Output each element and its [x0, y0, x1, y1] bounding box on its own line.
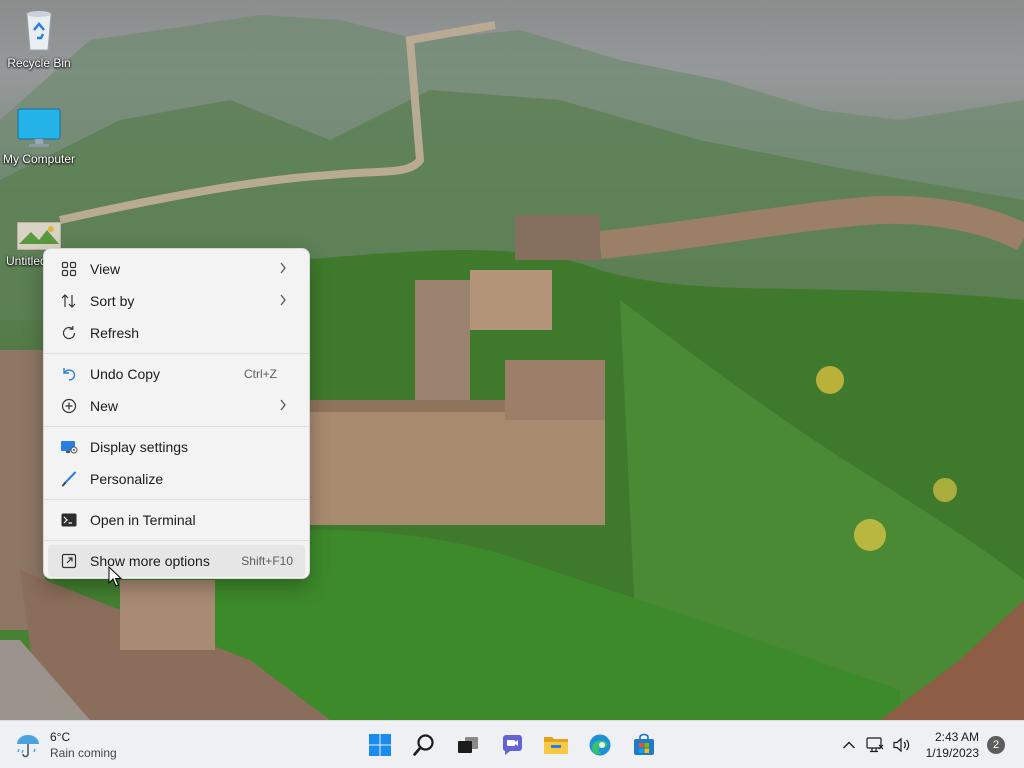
chevron-up-icon: [842, 741, 855, 749]
desktop-wallpaper[interactable]: Recycle Bin My Computer Untitled View So…: [0, 0, 1024, 720]
edge-button[interactable]: [578, 725, 622, 765]
display-settings-icon: [60, 438, 78, 456]
file-explorer-button[interactable]: [534, 725, 578, 765]
desktop-icon-label: My Computer: [2, 152, 76, 166]
expand-icon: [60, 552, 78, 570]
menu-item-display-settings[interactable]: Display settings: [48, 431, 305, 463]
volume-icon: [893, 737, 910, 753]
menu-item-view[interactable]: View: [48, 253, 305, 285]
system-tray: 2:43 AM 1/19/2023 2: [836, 721, 1024, 768]
chat-icon: [502, 735, 522, 755]
recycle-bin-icon: [26, 11, 52, 51]
start-icon: [369, 734, 391, 756]
network-volume-button[interactable]: [862, 730, 916, 760]
terminal-icon: [60, 511, 78, 529]
clock-time: 2:43 AM: [934, 730, 979, 744]
menu-item-label: View: [90, 261, 121, 277]
mouse-cursor-icon: [108, 566, 122, 587]
undo-icon: [60, 365, 78, 383]
menu-item-label: New: [90, 398, 119, 414]
menu-item-label: Open in Terminal: [90, 512, 196, 528]
task-view-icon: [458, 737, 478, 753]
show-hidden-icons-button[interactable]: [836, 730, 862, 760]
menu-item-label: Undo Copy: [90, 366, 161, 382]
menu-item-refresh[interactable]: Refresh: [48, 317, 305, 349]
menu-item-open-in-terminal[interactable]: Open in Terminal: [48, 504, 305, 536]
sort-icon: [60, 292, 78, 310]
image-file-icon: [17, 222, 61, 250]
monitor-icon: [17, 108, 61, 147]
edge-icon: [589, 734, 611, 756]
menu-item-new[interactable]: New: [48, 390, 305, 422]
chevron-right-icon: [280, 399, 286, 411]
menu-item-sort-by[interactable]: Sort by: [48, 285, 305, 317]
task-view-button[interactable]: [446, 725, 490, 765]
network-icon: [866, 737, 884, 753]
chevron-right-icon: [280, 294, 286, 306]
taskbar: 6°C Rain coming 2:43 AM 1/19/2023 2: [0, 720, 1024, 768]
menu-item-show-more-options[interactable]: Show more options Shift+F10: [48, 545, 305, 577]
menu-item-personalize[interactable]: Personalize: [48, 463, 305, 495]
store-button[interactable]: [622, 725, 666, 765]
rain-umbrella-icon: [17, 735, 39, 758]
search-icon: [413, 734, 434, 756]
weather-temperature: 6°C: [50, 730, 71, 744]
notification-badge[interactable]: 2: [987, 736, 1005, 754]
menu-item-undo-copy[interactable]: Undo Copy Ctrl+Z: [48, 358, 305, 390]
weather-widget[interactable]: 6°C Rain coming: [14, 727, 117, 763]
desktop-icon-recycle-bin[interactable]: Recycle Bin: [0, 8, 78, 70]
start-button[interactable]: [358, 725, 402, 765]
clock[interactable]: 2:43 AM 1/19/2023: [926, 729, 979, 761]
menu-item-label: Display settings: [90, 439, 189, 455]
desktop-icon-label: Recycle Bin: [7, 56, 71, 70]
taskbar-apps: [358, 725, 666, 765]
brush-icon: [60, 470, 78, 488]
menu-item-label: Refresh: [90, 325, 140, 341]
store-icon: [634, 733, 654, 755]
menu-separator: [44, 540, 309, 541]
menu-item-label: Personalize: [90, 471, 164, 487]
desktop-icon-my-computer[interactable]: My Computer: [0, 108, 78, 166]
search-button[interactable]: [402, 725, 446, 765]
file-explorer-icon: [544, 737, 568, 754]
chat-button[interactable]: [490, 725, 534, 765]
menu-item-label: Sort by: [90, 293, 135, 309]
desktop-context-menu: View Sort by Refresh Undo Copy Ctrl+Z Ne…: [43, 248, 310, 579]
menu-separator: [44, 353, 309, 354]
clock-date: 1/19/2023: [925, 746, 979, 760]
weather-condition: Rain coming: [50, 746, 117, 760]
menu-separator: [44, 426, 309, 427]
plus-circle-icon: [60, 397, 78, 415]
menu-item-shortcut: Shift+F10: [241, 554, 293, 568]
chevron-right-icon: [280, 262, 286, 274]
grid-icon: [60, 260, 78, 278]
refresh-icon: [60, 324, 78, 342]
menu-separator: [44, 499, 309, 500]
menu-item-shortcut: Ctrl+Z: [244, 367, 277, 381]
